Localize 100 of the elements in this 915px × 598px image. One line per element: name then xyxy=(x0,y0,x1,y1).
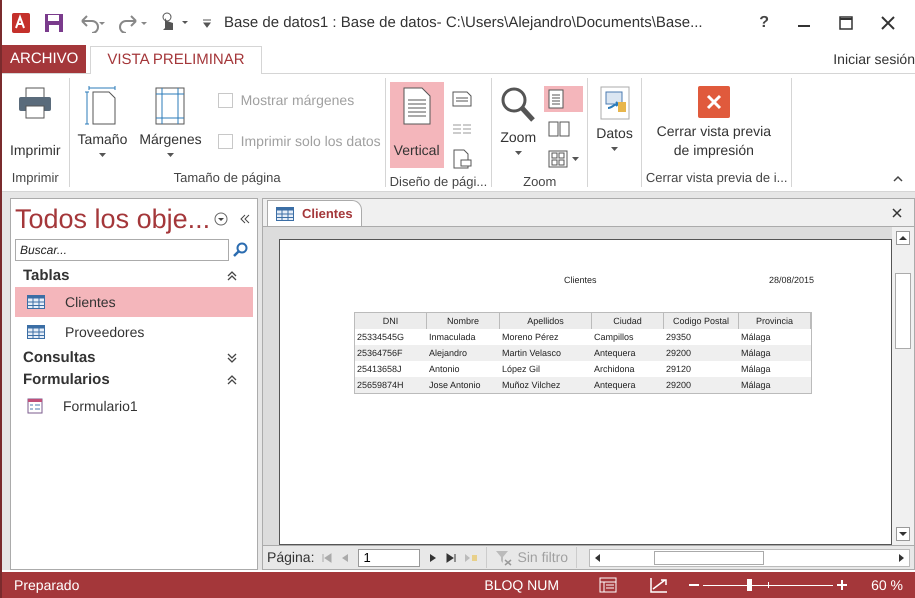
page-number-field[interactable]: 1 xyxy=(358,548,420,566)
print-preview-icon[interactable] xyxy=(599,577,618,593)
redo-icon[interactable] xyxy=(118,13,148,33)
collapse-icon[interactable] xyxy=(227,375,237,385)
zoom-slider[interactable] xyxy=(703,579,834,591)
table-cell-text: 25413658J xyxy=(356,362,403,376)
num-lock-indicator: BLOQ NUM xyxy=(484,576,560,595)
report-date: 28/08/2015 xyxy=(768,274,814,287)
form-icon xyxy=(27,398,43,414)
table-cell-text: 25364756F xyxy=(356,346,404,360)
table-cell-text: Alejandro xyxy=(428,346,468,360)
nav-item[interactable]: Proveedores xyxy=(15,317,253,347)
table-cell-text: 29350 xyxy=(665,330,692,344)
table-cell-text: Antequera xyxy=(593,346,637,360)
group-label: Zoom xyxy=(523,173,556,191)
status-text: Preparado xyxy=(14,576,80,595)
ribbon-tab[interactable]: ARCHIVO xyxy=(2,45,86,73)
table-icon xyxy=(27,295,45,309)
group-header[interactable]: Consultas xyxy=(23,346,96,370)
last-page-icon[interactable] xyxy=(446,552,456,562)
horizontal-scrollbar[interactable] xyxy=(589,548,910,566)
expand-icon[interactable] xyxy=(227,353,237,363)
table-cell-text: 29200 xyxy=(665,346,692,360)
one-page-icon xyxy=(548,89,564,109)
maximize-icon[interactable] xyxy=(839,16,853,30)
ribbon-button[interactable]: Tamaño xyxy=(74,82,132,168)
caret-icon xyxy=(611,147,618,151)
close-icon xyxy=(698,86,730,118)
window-title: Base de datos1 : Base de datos- C:\Users\Alejandro\Documents\Base... xyxy=(224,12,703,33)
layout-view-icon[interactable] xyxy=(649,576,670,594)
ribbon-button[interactable]: Márgenes xyxy=(135,82,206,168)
table-cell-text: Muñoz Vilchez xyxy=(501,378,562,392)
collapse-icon[interactable] xyxy=(227,271,237,281)
table-cell-text: Inmaculada xyxy=(428,330,477,344)
vertical-scrollbar[interactable] xyxy=(892,227,914,545)
table-cell-text: López Gil xyxy=(501,362,542,376)
group-label: Cerrar vista previa de i... xyxy=(646,169,788,187)
group-label: Imprimir xyxy=(12,169,59,187)
group-label: Diseño de pági... xyxy=(390,173,488,191)
search-field[interactable]: Buscar... xyxy=(15,239,229,261)
multiple-pages-icon xyxy=(548,150,568,168)
table-cell-text: Archidona xyxy=(593,362,636,376)
scroll-down-icon[interactable] xyxy=(896,527,910,541)
document-icon xyxy=(452,91,472,107)
table-cell-text: Antonio xyxy=(428,362,461,376)
document-icon xyxy=(402,86,432,126)
table-cell-text: Málaga xyxy=(740,330,772,344)
ribbon-button[interactable]: Datos xyxy=(592,82,637,168)
table-cell-text: 25334545G xyxy=(356,330,406,344)
table-cell-text: Antequera xyxy=(593,378,637,392)
page-setup-icon xyxy=(452,149,472,169)
report-title: Clientes xyxy=(564,274,597,287)
zoom-percentage: 60 % xyxy=(871,576,903,594)
page-label: Página: xyxy=(267,548,314,567)
ribbon-button[interactable]: Imprimir xyxy=(6,82,65,168)
table-cell-text: 25659874H xyxy=(356,378,405,392)
next-page-icon[interactable] xyxy=(428,552,438,562)
magnifier-icon xyxy=(500,86,536,124)
table-cell-text: Málaga xyxy=(740,346,772,360)
two-pages-icon xyxy=(548,121,570,137)
nav-item[interactable]: Formulario1 xyxy=(15,391,253,421)
ribbon-button[interactable]: Cerrar vista previa de impresión xyxy=(646,82,782,168)
group-header[interactable]: Formularios xyxy=(23,368,110,392)
save-icon[interactable] xyxy=(44,13,64,33)
app-logo-icon xyxy=(10,12,32,34)
table-cell-text: 29200 xyxy=(665,378,692,392)
scroll-up-icon[interactable] xyxy=(896,231,910,245)
table-icon xyxy=(276,206,294,220)
caret-icon xyxy=(166,153,174,157)
caret-icon xyxy=(514,151,522,155)
nav-item[interactable]: Clientes xyxy=(15,287,253,317)
table-cell-text: Málaga xyxy=(740,378,772,392)
close-icon[interactable] xyxy=(892,208,902,218)
ribbon-small-button[interactable] xyxy=(544,86,584,112)
sign-in-link[interactable]: Iniciar sesión xyxy=(833,49,915,70)
table-cell-text: Jose Antonio xyxy=(428,378,482,392)
table-cell-text: 29120 xyxy=(665,362,692,376)
search-icon[interactable] xyxy=(233,242,249,258)
margins-icon xyxy=(154,86,186,126)
table-cell-text: Málaga xyxy=(740,362,772,376)
customize-toolbar-icon[interactable] xyxy=(202,18,212,28)
collapse-ribbon-icon[interactable] xyxy=(893,175,903,183)
document-tab[interactable]: Clientes xyxy=(267,200,362,226)
zoom-in-icon[interactable] xyxy=(837,580,848,590)
ribbon-tab[interactable]: VISTA PRELIMINAR xyxy=(90,46,262,74)
table-icon xyxy=(27,325,45,339)
scroll-thumb[interactable] xyxy=(895,273,911,349)
ribbon-button[interactable]: Vertical xyxy=(390,82,444,168)
collapse-pane-icon[interactable] xyxy=(240,214,250,224)
filter-off-icon xyxy=(495,550,514,566)
printer-icon xyxy=(17,86,54,120)
group-label: Tamaño de página xyxy=(174,169,281,187)
dropdown-icon[interactable] xyxy=(214,212,228,226)
help-button[interactable]: ? xyxy=(759,11,769,35)
table-cell-text: Moreno Pérez xyxy=(501,330,560,344)
close-icon[interactable] xyxy=(881,16,895,30)
table-cell-text: Campillos xyxy=(593,330,635,344)
group-header[interactable]: Tablas xyxy=(23,264,70,288)
ribbon-button[interactable]: Zoom xyxy=(496,82,540,168)
caret-icon xyxy=(98,153,106,157)
